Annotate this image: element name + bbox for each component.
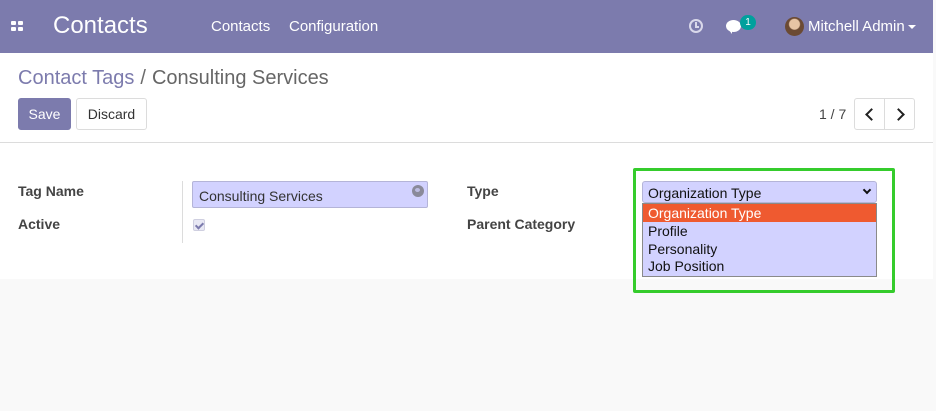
user-avatar[interactable]: [785, 17, 804, 36]
breadcrumb-current: Consulting Services: [151, 67, 329, 89]
breadcrumb-parent-link[interactable]: Contact Tags: [18, 67, 134, 89]
top-navbar: Contacts Contacts Configuration 1 Mitche…: [0, 0, 933, 53]
chevron-right-icon: [892, 108, 905, 121]
user-menu-name[interactable]: Mitchell Admin: [808, 18, 905, 35]
discard-button[interactable]: Discard: [76, 98, 147, 130]
messages-chat-icon[interactable]: [726, 20, 741, 34]
apps-menu-icon[interactable]: [11, 21, 24, 32]
messages-count-badge: 1: [740, 15, 756, 30]
tag-name-label: Tag Name: [18, 183, 84, 199]
menu-item-contacts[interactable]: Contacts: [211, 18, 270, 35]
user-menu-caret-icon[interactable]: [908, 25, 916, 29]
type-label: Type: [467, 183, 499, 199]
pager-value[interactable]: 1 / 7: [819, 106, 846, 122]
save-button[interactable]: Save: [18, 98, 71, 130]
active-checkbox[interactable]: [193, 219, 205, 231]
pager-previous-button[interactable]: [854, 98, 885, 130]
breadcrumb: Contact Tags / Consulting Services: [18, 67, 329, 90]
menu-item-configuration[interactable]: Configuration: [289, 18, 378, 35]
translate-globe-icon[interactable]: [412, 185, 424, 197]
annotation-highlight-frame: [633, 168, 895, 293]
app-title[interactable]: Contacts: [53, 12, 148, 40]
activities-clock-icon[interactable]: [689, 19, 703, 33]
parent-category-label: Parent Category: [467, 216, 576, 232]
checkmark-icon: [194, 220, 205, 230]
pager-next-button[interactable]: [884, 98, 915, 130]
field-divider: [182, 181, 183, 243]
active-label: Active: [18, 216, 61, 232]
breadcrumb-separator: /: [140, 67, 146, 89]
control-panel: Contact Tags / Consulting Services Save Di…: [0, 53, 933, 143]
tag-name-input[interactable]: Consulting Services: [192, 181, 428, 208]
chevron-left-icon: [865, 108, 878, 121]
